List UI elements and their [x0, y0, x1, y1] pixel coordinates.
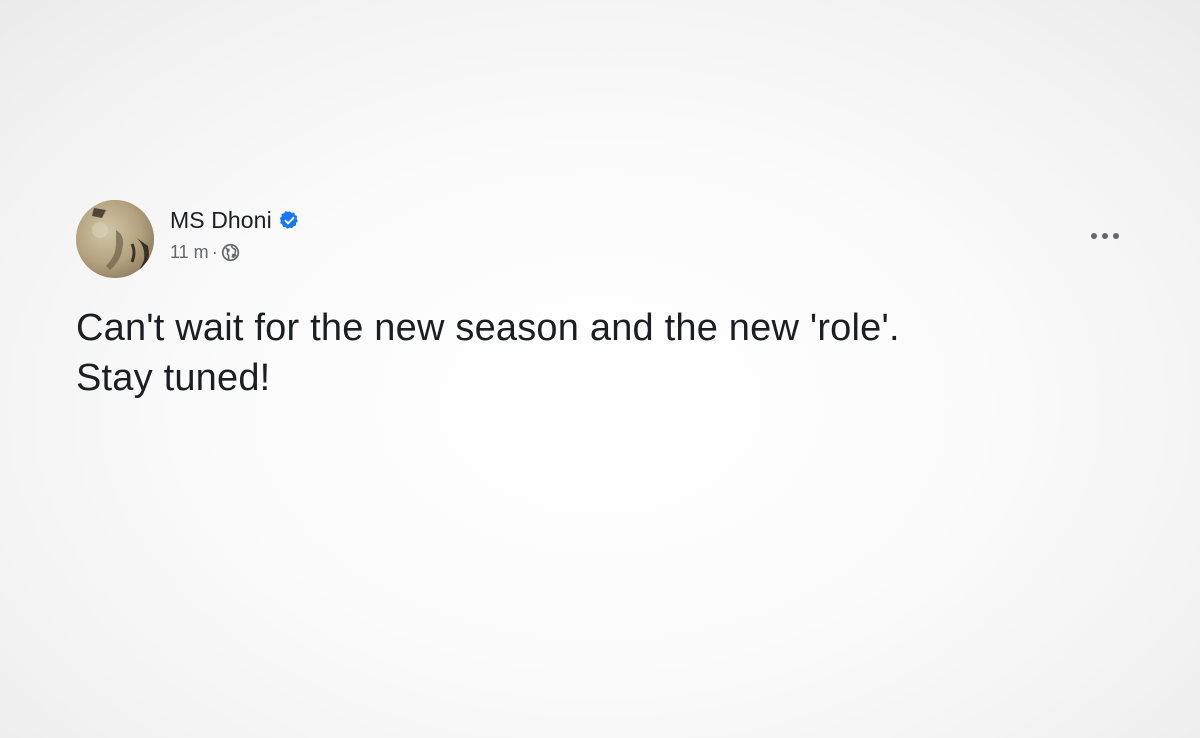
- separator-dot: ·: [211, 242, 218, 262]
- more-horizontal-icon: [1091, 233, 1119, 239]
- author-name[interactable]: MS Dhoni: [170, 207, 272, 234]
- post-meta: MS Dhoni 11 m ·: [170, 206, 300, 263]
- post-body-text: Can't wait for the new season and the ne…: [76, 303, 1156, 403]
- author-avatar[interactable]: [76, 200, 154, 278]
- facebook-post: MS Dhoni 11 m · Can't wait for the new s…: [0, 0, 1200, 738]
- avatar-image: [76, 200, 154, 278]
- more-options-button[interactable]: [1086, 224, 1126, 248]
- post-header: MS Dhoni 11 m ·: [76, 200, 300, 278]
- post-text-line: Stay tuned!: [76, 357, 271, 399]
- verified-badge-icon: [279, 210, 300, 231]
- post-subline: 11 m ·: [170, 242, 300, 263]
- author-row: MS Dhoni: [170, 206, 300, 234]
- globe-icon[interactable]: [221, 243, 240, 262]
- post-text-line: Can't wait for the new season and the ne…: [76, 307, 900, 349]
- post-timestamp[interactable]: 11 m: [170, 242, 209, 263]
